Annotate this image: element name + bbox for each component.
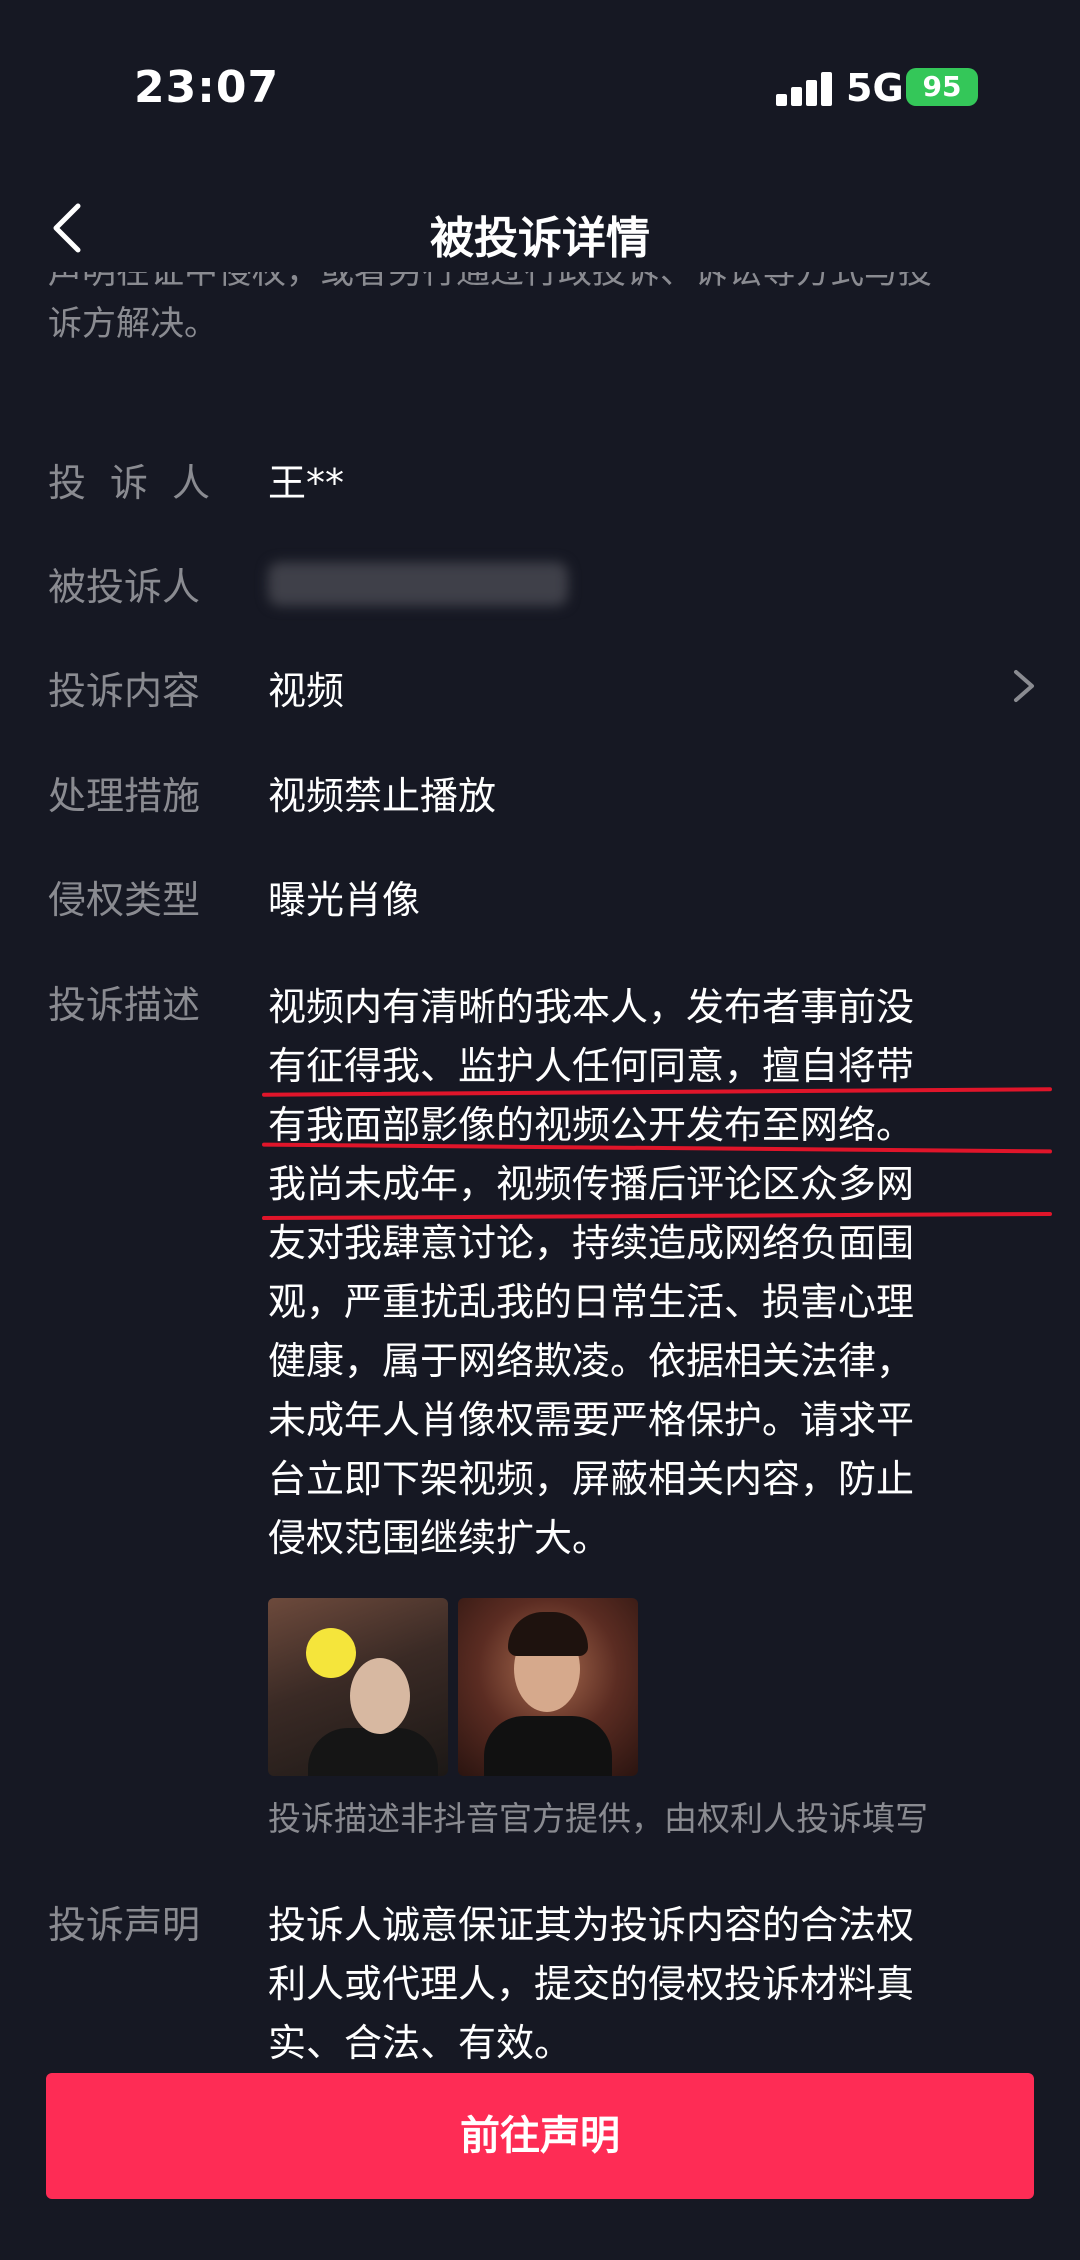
chevron-right-icon[interactable] bbox=[1004, 666, 1044, 706]
status-bar: 23:07 5G 95 bbox=[0, 0, 1080, 175]
statement-line: 实、合法、有效。 bbox=[268, 2021, 573, 2065]
description-line: 友对我肆意讨论，持续造成网络负面围 bbox=[268, 1221, 915, 1265]
go-to-statement-button[interactable]: 前往声明 bbox=[46, 2073, 1034, 2199]
description-line: 健康，属于网络欺凌。依据相关法律， bbox=[268, 1339, 915, 1383]
description-line: 侵权范围继续扩大。 bbox=[268, 1516, 611, 1560]
nav-bar: 被投诉详情 bbox=[0, 180, 1080, 280]
description-line: 视频内有清晰的我本人，发布者事前没 bbox=[268, 985, 915, 1029]
description-line: 未成年人肖像权需要严格保护。请求平 bbox=[268, 1398, 915, 1442]
evidence-image[interactable] bbox=[268, 1598, 448, 1776]
respondent-blurred-value bbox=[268, 562, 568, 606]
content-value: 视频 bbox=[268, 669, 345, 713]
statement-line: 投诉人诚意保证其为投诉内容的合法权 bbox=[268, 1903, 915, 1947]
cellular-signal-icon bbox=[776, 72, 832, 106]
description-line: 观，严重扰乱我的日常生活、损害心理 bbox=[268, 1280, 915, 1324]
status-time: 23:07 bbox=[134, 62, 280, 113]
description-label: 投诉描述 bbox=[48, 983, 201, 1027]
statement-text: 投诉人诚意保证其为投诉内容的合法权 利人或代理人，提交的侵权投诉材料真 实、合法… bbox=[268, 1896, 1008, 2073]
previous-text-line: 诉方解决。 bbox=[48, 304, 218, 344]
description-line: 有征得我、监护人任何同意，擅自将带 bbox=[268, 1044, 915, 1088]
respondent-label: 被投诉人 bbox=[48, 565, 201, 609]
page-title: 被投诉详情 bbox=[430, 213, 650, 264]
statement-line: 利人或代理人，提交的侵权投诉材料真 bbox=[268, 1962, 915, 2006]
complainant-value: 王** bbox=[268, 461, 345, 505]
statement-label: 投诉声明 bbox=[48, 1903, 201, 1947]
type-value: 曝光肖像 bbox=[268, 878, 421, 922]
battery-icon: 95 bbox=[906, 68, 978, 106]
description-line: 我尚未成年，视频传播后评论区众多网 bbox=[268, 1162, 915, 1206]
type-label: 侵权类型 bbox=[48, 878, 201, 922]
content-label: 投诉内容 bbox=[48, 669, 201, 713]
description-text: 视频内有清晰的我本人，发布者事前没 有征得我、监护人任何同意，擅自将带 有我面部… bbox=[268, 978, 1008, 1568]
evidence-image[interactable] bbox=[458, 1598, 638, 1776]
network-type: 5G bbox=[846, 66, 904, 110]
complainant-label: 投诉人 bbox=[48, 461, 235, 505]
measure-value: 视频禁止播放 bbox=[268, 774, 497, 818]
measure-label: 处理措施 bbox=[48, 774, 201, 818]
description-line: 台立即下架视频，屏蔽相关内容，防止 bbox=[268, 1457, 915, 1501]
previous-text: 声明在证中侵权，或者另行通过行政投诉、诉讼等方式与投 诉方解决。 bbox=[48, 272, 1028, 350]
description-note: 投诉描述非抖音官方提供，由权利人投诉填写 bbox=[268, 1799, 928, 1838]
previous-text-line: 声明在证中侵权，或者另行通过行政投诉、诉讼等方式与投 bbox=[48, 272, 932, 292]
